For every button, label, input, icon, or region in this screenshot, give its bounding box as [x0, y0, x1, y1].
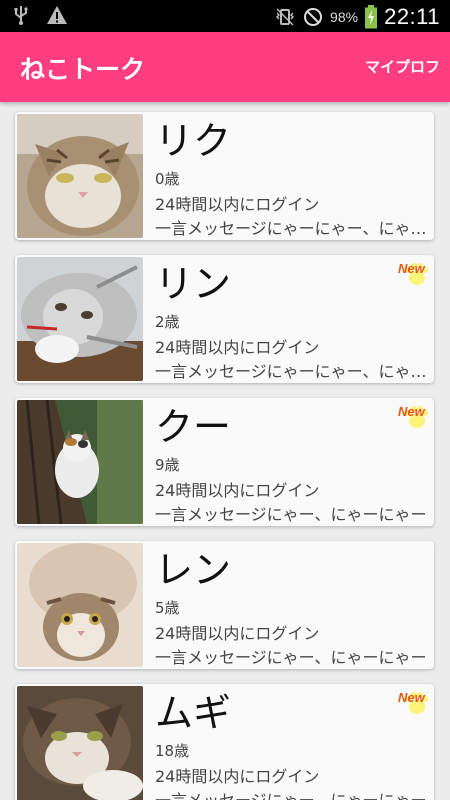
cat-age: 0歳 — [155, 170, 180, 188]
login-status: 24時間以内にログイン — [155, 481, 320, 500]
cat-message: 一言メッセージにゃー、にゃーにゃー — [155, 505, 427, 524]
cat-card[interactable]: ムギ 18歳 24時間以内にログイン 一言メッセージにゃー、にゃーにゃー New — [15, 684, 434, 800]
new-label: New — [398, 261, 425, 276]
cat-photo — [17, 257, 143, 381]
vibrate-icon — [275, 8, 295, 26]
cat-name: ムギ — [155, 691, 232, 735]
cat-name: クー — [155, 405, 232, 449]
login-status: 24時間以内にログイン — [155, 195, 320, 214]
new-label: New — [398, 404, 425, 419]
cat-card[interactable]: レン 5歳 24時間以内にログイン 一言メッセージにゃー、にゃーにゃー — [15, 541, 434, 669]
new-badge: New — [398, 400, 432, 432]
cat-age: 18歳 — [155, 742, 190, 760]
cat-age: 2歳 — [155, 313, 180, 331]
cat-photo — [17, 114, 143, 238]
login-status: 24時間以内にログイン — [155, 767, 320, 786]
new-badge: New — [398, 686, 432, 718]
clock: 22:11 — [384, 4, 440, 29]
cat-message: 一言メッセージにゃー、にゃーにゃー — [155, 648, 427, 667]
battery-charging-icon — [365, 5, 378, 29]
app-bar: ねこトーク マイプロフ — [0, 32, 450, 102]
status-bar: 98% 22:11 — [0, 0, 450, 32]
cat-photo — [17, 543, 143, 667]
cat-card[interactable]: クー 9歳 24時間以内にログイン 一言メッセージにゃー、にゃーにゃー New — [15, 398, 434, 526]
login-status: 24時間以内にログイン — [155, 338, 320, 357]
cat-age: 9歳 — [155, 456, 180, 474]
warning-icon — [47, 6, 67, 24]
cat-list: リク 0歳 24時間以内にログイン 一言メッセージにゃーにゃー、にゃーにゃー リ… — [0, 102, 450, 800]
cat-message: 一言メッセージにゃーにゃー、にゃーにゃー — [155, 219, 427, 238]
app-title: ねこトーク — [20, 55, 146, 84]
cat-photo — [17, 400, 143, 524]
cat-message: 一言メッセージにゃーにゃー、にゃーにゃー — [155, 362, 427, 381]
no-signal-icon — [304, 8, 323, 26]
cat-photo — [17, 686, 143, 800]
cat-age: 5歳 — [155, 599, 180, 617]
battery-percent: 98% — [330, 9, 359, 25]
new-label: New — [398, 690, 425, 705]
usb-icon — [14, 6, 28, 25]
login-status: 24時間以内にログイン — [155, 624, 320, 643]
my-profile-button[interactable]: マイプロフ — [365, 56, 440, 77]
cat-card[interactable]: リン 2歳 24時間以内にログイン 一言メッセージにゃーにゃー、にゃーにゃー N… — [15, 255, 434, 383]
cat-card[interactable]: リク 0歳 24時間以内にログイン 一言メッセージにゃーにゃー、にゃーにゃー — [15, 112, 434, 240]
cat-name: リン — [155, 262, 232, 306]
cat-name: レン — [155, 548, 232, 592]
new-badge: New — [398, 257, 432, 289]
cat-name: リク — [155, 119, 232, 163]
cat-message: 一言メッセージにゃー、にゃーにゃー — [155, 787, 427, 800]
